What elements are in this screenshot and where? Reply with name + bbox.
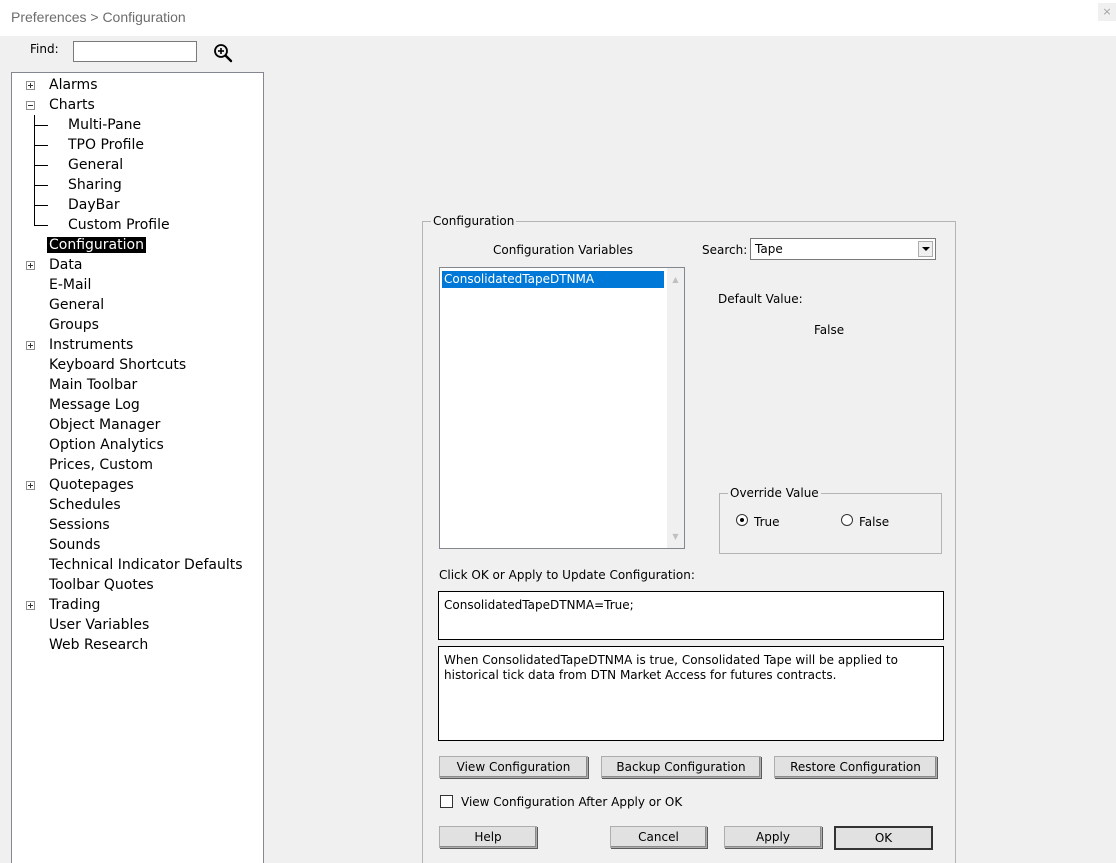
override-true-radio[interactable]	[736, 514, 748, 526]
update-text-box[interactable]: ConsolidatedTapeDTNMA=True;	[438, 591, 944, 640]
tree-item-user-variables[interactable]: User Variables	[47, 615, 151, 635]
list-item-selected[interactable]: ConsolidatedTapeDTNMA	[442, 271, 664, 288]
override-false-radio[interactable]	[841, 514, 853, 526]
tree-item-charts-general[interactable]: General	[66, 155, 125, 175]
cancel-button[interactable]: Cancel	[610, 826, 707, 848]
tree-item-charts[interactable]: Charts	[23, 95, 97, 115]
configuration-variables-list[interactable]: ConsolidatedTapeDTNMA ▲ ▼	[439, 267, 685, 549]
backup-configuration-button[interactable]: Backup Configuration	[601, 756, 761, 778]
apply-button[interactable]: Apply	[724, 826, 822, 848]
collapse-icon[interactable]	[26, 101, 35, 110]
tree-connector	[34, 185, 48, 186]
find-input[interactable]	[73, 41, 197, 62]
tree-item-technical-indicator-defaults[interactable]: Technical Indicator Defaults	[47, 555, 245, 575]
zoom-in-icon[interactable]	[212, 42, 234, 64]
description-text-box[interactable]: When ConsolidatedTapeDTNMA is true, Cons…	[438, 646, 944, 741]
view-configuration-button[interactable]: View Configuration	[439, 756, 588, 778]
tree-connector	[34, 115, 35, 226]
tree-item-option-analytics[interactable]: Option Analytics	[47, 435, 166, 455]
tree-item-instruments[interactable]: Instruments	[23, 335, 135, 355]
close-icon[interactable]: ×	[1098, 3, 1116, 21]
override-value-title: Override Value	[730, 486, 819, 500]
update-instruction-label: Click OK or Apply to Update Configuratio…	[439, 568, 695, 582]
tree-item-trading[interactable]: Trading	[23, 595, 102, 615]
tree-item-schedules[interactable]: Schedules	[47, 495, 123, 515]
tree-item-alarms[interactable]: Alarms	[23, 75, 100, 95]
expand-icon[interactable]	[26, 601, 35, 610]
tree-item-daybar[interactable]: DayBar	[66, 195, 122, 215]
tree-connector	[34, 205, 48, 206]
expand-icon[interactable]	[26, 261, 35, 270]
search-combobox[interactable]: Tape	[750, 238, 936, 260]
tree-item-sessions[interactable]: Sessions	[47, 515, 112, 535]
preferences-tree[interactable]: Alarms Charts Multi-Pane TPO Profile Gen…	[11, 72, 264, 863]
override-value-group: Override Value	[719, 486, 942, 554]
ok-button[interactable]: OK	[834, 826, 933, 850]
title-bar: Preferences > Configuration ×	[0, 0, 1116, 36]
help-button[interactable]: Help	[439, 826, 537, 848]
configuration-group-title: Configuration	[433, 214, 515, 228]
override-true-label[interactable]: True	[754, 515, 780, 529]
tree-item-sounds[interactable]: Sounds	[47, 535, 102, 555]
tree-item-data[interactable]: Data	[23, 255, 84, 275]
tree-connector	[34, 125, 48, 126]
tree-item-quotepages[interactable]: Quotepages	[23, 475, 136, 495]
find-label: Find:	[30, 42, 59, 56]
expand-icon[interactable]	[26, 81, 35, 90]
restore-configuration-button[interactable]: Restore Configuration	[774, 756, 937, 778]
tree-item-toolbar-quotes[interactable]: Toolbar Quotes	[47, 575, 156, 595]
expand-icon[interactable]	[26, 341, 35, 350]
tree-item-keyboard-shortcuts[interactable]: Keyboard Shortcuts	[47, 355, 188, 375]
default-value: False	[814, 323, 845, 337]
view-after-apply-label[interactable]: View Configuration After Apply or OK	[461, 795, 682, 809]
scroll-down-icon[interactable]: ▼	[667, 528, 684, 545]
tree-item-tpo-profile[interactable]: TPO Profile	[66, 135, 146, 155]
tree-item-main-toolbar[interactable]: Main Toolbar	[47, 375, 139, 395]
search-label: Search:	[702, 243, 748, 257]
override-false-label[interactable]: False	[859, 515, 889, 529]
tree-item-object-manager[interactable]: Object Manager	[47, 415, 162, 435]
tree-connector	[34, 165, 48, 166]
tree-connector	[34, 145, 48, 146]
view-after-apply-checkbox[interactable]	[440, 795, 453, 808]
configuration-variables-label: Configuration Variables	[493, 243, 634, 257]
window-title: Preferences > Configuration	[11, 9, 186, 25]
tree-item-configuration[interactable]: Configuration	[47, 235, 146, 255]
expand-icon[interactable]	[26, 481, 35, 490]
tree-connector	[34, 225, 48, 226]
tree-item-multi-pane[interactable]: Multi-Pane	[66, 115, 143, 135]
tree-item-prices-custom[interactable]: Prices, Custom	[47, 455, 155, 475]
tree-item-general[interactable]: General	[47, 295, 106, 315]
tree-item-custom-profile[interactable]: Custom Profile	[66, 215, 172, 235]
default-value-label: Default Value:	[718, 292, 803, 306]
scroll-up-icon[interactable]: ▲	[667, 271, 684, 288]
search-value: Tape	[755, 242, 783, 256]
tree-item-email[interactable]: E-Mail	[47, 275, 93, 295]
tree-item-sharing[interactable]: Sharing	[66, 175, 124, 195]
chevron-down-icon[interactable]	[918, 241, 933, 257]
tree-item-message-log[interactable]: Message Log	[47, 395, 142, 415]
list-scrollbar[interactable]: ▲ ▼	[667, 268, 684, 548]
tree-item-web-research[interactable]: Web Research	[47, 635, 150, 655]
tree-item-groups[interactable]: Groups	[47, 315, 101, 335]
